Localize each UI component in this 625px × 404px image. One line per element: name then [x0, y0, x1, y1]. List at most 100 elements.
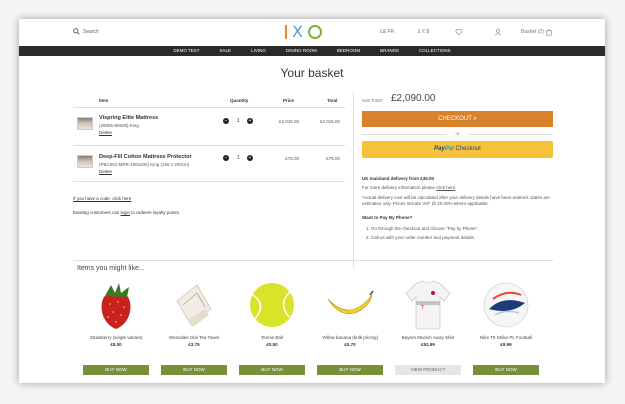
nav-item-demo-test[interactable]: DEMO TEST — [173, 46, 199, 56]
nav-item-sale[interactable]: SALE — [220, 46, 232, 56]
buy-now-button[interactable]: BUY NOW — [317, 365, 383, 375]
product-card: Nike T9 Strike PL Football £9.99 BUY NOW — [467, 279, 545, 375]
nav-item-bedroom[interactable]: BEDROOM — [337, 46, 360, 56]
nav-item-dining-room[interactable]: DINING ROOM — [286, 46, 317, 56]
row-divider — [73, 181, 345, 182]
voucher-link[interactable]: If you have a code, — [73, 196, 112, 201]
delivery-info-link[interactable]: click here — [436, 185, 455, 190]
banana-icon[interactable] — [325, 279, 375, 331]
account-icon[interactable] — [494, 28, 502, 36]
product-name[interactable]: Yellow banana (bulk pricing) — [311, 335, 389, 340]
product-name[interactable]: Strawberry (single variant) — [77, 335, 155, 340]
paypal-checkout-label: Checkout — [455, 146, 481, 152]
loyalty-suffix: to redeem loyalty points. — [130, 210, 181, 215]
product-card: Tennis Ball £0.50 BUY NOW — [233, 279, 311, 375]
delivery-more-info-prefix: For more delivery information please — [362, 185, 437, 190]
item-code: (39055-90838) King — [99, 123, 139, 128]
table-divider — [73, 107, 345, 108]
product-price: £8.00 — [110, 342, 122, 347]
buy-now-button[interactable]: BUY NOW — [239, 365, 305, 375]
nav-item-collections[interactable]: COLLECTIONS — [419, 46, 451, 56]
site-logo[interactable]: X — [285, 23, 322, 40]
buy-now-button[interactable]: BUY NOW — [161, 365, 227, 375]
row-divider — [73, 145, 345, 146]
login-link[interactable]: login — [121, 210, 131, 215]
item-price: £2,015.00 — [278, 119, 299, 124]
logo-x: X — [292, 21, 303, 41]
quantity-decrease-button[interactable]: − — [223, 155, 229, 161]
item-code: (PBC001-MPR-150x200) King (150 x 200cm) — [99, 162, 190, 167]
logo-o — [307, 24, 322, 39]
paypal-logo-pay: Pay — [434, 146, 445, 152]
search-box[interactable]: Search — [73, 28, 99, 35]
col-header-quantity: Quantity — [230, 98, 249, 103]
voucher-click-here-link[interactable]: click here — [112, 196, 131, 201]
pay-by-phone-step: 2. Call us with your order number and pa… — [366, 235, 476, 240]
page-frame: Search X £& FR £ € $ Basket (2) DEMO TES… — [19, 19, 605, 383]
delivery-note: *Actual delivery cost will be calculated… — [362, 195, 550, 206]
basket-link[interactable]: Basket (2) — [521, 29, 544, 35]
delete-link[interactable]: Delete — [99, 169, 112, 174]
quantity-decrease-button[interactable]: − — [223, 118, 229, 124]
quantity-value[interactable]: 1 — [237, 155, 240, 161]
col-header-item: Item — [99, 98, 109, 103]
mattress-image[interactable] — [77, 117, 93, 130]
strawberry-icon[interactable] — [91, 279, 141, 331]
or-divider: or — [362, 131, 553, 136]
product-name[interactable]: Wensdale Dial Tea Towel — [155, 335, 233, 340]
product-name[interactable]: Nike T9 Strike PL Football — [467, 335, 545, 340]
subtotal-value: £2,090.00 — [391, 93, 436, 104]
quantity-value[interactable]: 1 — [237, 118, 240, 124]
delivery-heading: UK mainland delivery from £35.00 — [362, 176, 435, 181]
paypal-checkout-button[interactable]: PayPal Checkout — [362, 141, 553, 158]
item-total: £2,015.00 — [319, 119, 340, 124]
col-header-price: Price — [283, 98, 295, 103]
site-header: Search X £& FR £ € $ Basket (2) — [19, 19, 605, 45]
delete-link[interactable]: Delete — [99, 130, 112, 135]
currency-selector[interactable]: £ € $ — [418, 29, 429, 35]
basket-icon[interactable] — [545, 28, 553, 36]
product-price: £52.99 — [421, 342, 435, 347]
column-divider — [353, 93, 354, 268]
logo-bar — [285, 24, 287, 39]
pay-by-phone-heading: Want to Pay By Phone? — [362, 215, 413, 220]
heart-icon[interactable] — [455, 28, 463, 36]
language-selector[interactable]: £& FR — [380, 29, 394, 35]
product-name[interactable]: Tennis Ball — [233, 335, 311, 340]
loyalty-prefix: Existing customers can — [73, 210, 121, 215]
subtotal-label: Sub Total*: — [362, 98, 384, 103]
buy-now-button[interactable]: BUY NOW — [473, 365, 539, 375]
mattress-protector-image[interactable] — [77, 155, 93, 168]
view-product-button[interactable]: VIEW PRODUCT — [395, 365, 461, 375]
item-total: £75.00 — [326, 156, 340, 161]
nav-item-living[interactable]: LIVING — [251, 46, 266, 56]
product-card: Strawberry (single variant) £8.00 BUY NO… — [77, 279, 155, 375]
product-card: T Bayern Munich Away Shirt £52.99 VIEW P… — [389, 279, 467, 375]
section-divider — [73, 260, 553, 261]
checkout-button[interactable]: CHECKOUT » — [362, 111, 553, 127]
search-icon — [73, 28, 80, 35]
product-name[interactable]: Bayern Munich Away Shirt — [389, 335, 467, 340]
football-icon[interactable] — [481, 279, 531, 331]
page-title: Your basket — [280, 66, 344, 80]
quantity-increase-button[interactable]: + — [247, 155, 253, 161]
product-price: £3.75 — [188, 342, 200, 347]
voucher-prompt: If you have a code, click here — [73, 196, 131, 201]
tea-towel-icon[interactable] — [169, 279, 219, 331]
tennis-ball-icon[interactable] — [247, 279, 297, 331]
nav-item-brands[interactable]: BRANDS — [380, 46, 399, 56]
football-shirt-icon[interactable]: T — [403, 279, 453, 331]
delivery-more-info: For more delivery information please cli… — [362, 185, 557, 191]
item-name[interactable]: Vispring Elite Mattress — [99, 115, 158, 121]
quantity-increase-button[interactable]: + — [247, 118, 253, 124]
product-card: Wensdale Dial Tea Towel £3.75 BUY NOW — [155, 279, 233, 375]
pay-by-phone-step: 1. Go through the checkout and choose "P… — [366, 226, 479, 231]
main-nav: DEMO TEST SALE LIVING DINING ROOM BEDROO… — [19, 46, 605, 56]
product-price: £9.99 — [500, 342, 512, 347]
buy-now-button[interactable]: BUY NOW — [83, 365, 149, 375]
col-header-total: Total — [327, 98, 338, 103]
product-price: £0.50 — [266, 342, 278, 347]
item-name[interactable]: Deep-Fill Cotton Mattress Protector — [99, 154, 192, 160]
recommendations-title: Items you might like... — [77, 265, 145, 272]
paypal-logo-pal: Pal — [444, 146, 454, 152]
